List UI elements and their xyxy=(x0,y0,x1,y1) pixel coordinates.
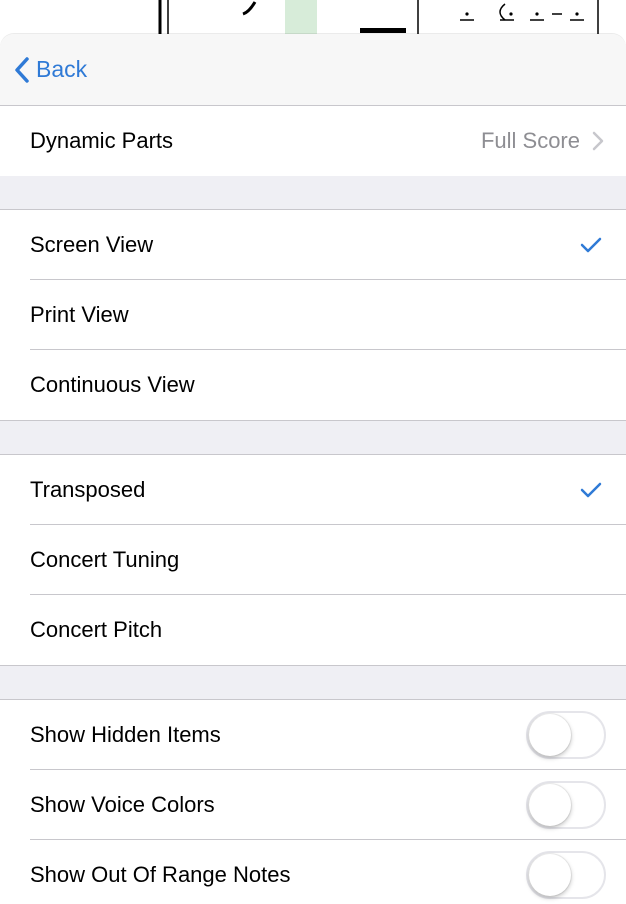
toggle-label: Show Out Of Range Notes xyxy=(30,862,291,887)
dynamic-parts-value: Full Score xyxy=(481,128,604,154)
switch-knob xyxy=(529,854,571,896)
view-settings-popover: Back Dynamic Parts Full Score Screen Vie… xyxy=(0,34,626,904)
option-label: Print View xyxy=(30,302,129,327)
option-label: Concert Pitch xyxy=(30,617,163,642)
checkmark-icon xyxy=(580,482,602,498)
toggle-row-show-voice-colors: Show Voice Colors xyxy=(0,770,626,840)
dynamic-parts-row[interactable]: Dynamic Parts Full Score xyxy=(0,106,626,176)
toggle-label: Show Hidden Items xyxy=(30,722,221,747)
option-print-view[interactable]: Print View xyxy=(0,280,626,350)
back-label: Back xyxy=(36,56,88,82)
option-transposed[interactable]: Transposed xyxy=(0,455,626,525)
toggle-label: Show Voice Colors xyxy=(30,792,215,817)
option-label: Concert Tuning xyxy=(30,547,180,572)
dynamic-parts-value-text: Full Score xyxy=(480,128,580,153)
chevron-left-icon xyxy=(15,56,29,83)
section-separator xyxy=(0,420,626,455)
chevron-right-icon xyxy=(592,131,604,151)
switch-knob xyxy=(529,714,571,756)
option-label: Continuous View xyxy=(30,372,195,397)
option-concert-pitch[interactable]: Concert Pitch xyxy=(0,595,626,665)
option-concert-tuning[interactable]: Concert Tuning xyxy=(0,525,626,595)
toggle-row-show-out-of-range-notes: Show Out Of Range Notes xyxy=(0,840,626,904)
back-button[interactable]: Back xyxy=(14,56,87,83)
checkmark-icon xyxy=(580,237,602,253)
section-separator xyxy=(0,665,626,700)
navigation-bar: Back xyxy=(0,34,626,106)
option-label: Screen View xyxy=(30,232,154,257)
option-continuous-view[interactable]: Continuous View xyxy=(0,350,626,420)
toggle-row-show-hidden-items: Show Hidden Items xyxy=(0,700,626,770)
option-label: Transposed xyxy=(30,477,146,502)
show-voice-colors-switch[interactable] xyxy=(526,781,606,829)
show-hidden-items-switch[interactable] xyxy=(526,711,606,759)
dynamic-parts-label: Dynamic Parts xyxy=(30,128,174,153)
option-screen-view[interactable]: Screen View xyxy=(0,210,626,280)
switch-knob xyxy=(529,784,571,826)
show-out-of-range-notes-switch[interactable] xyxy=(526,851,606,899)
section-separator xyxy=(0,176,626,210)
